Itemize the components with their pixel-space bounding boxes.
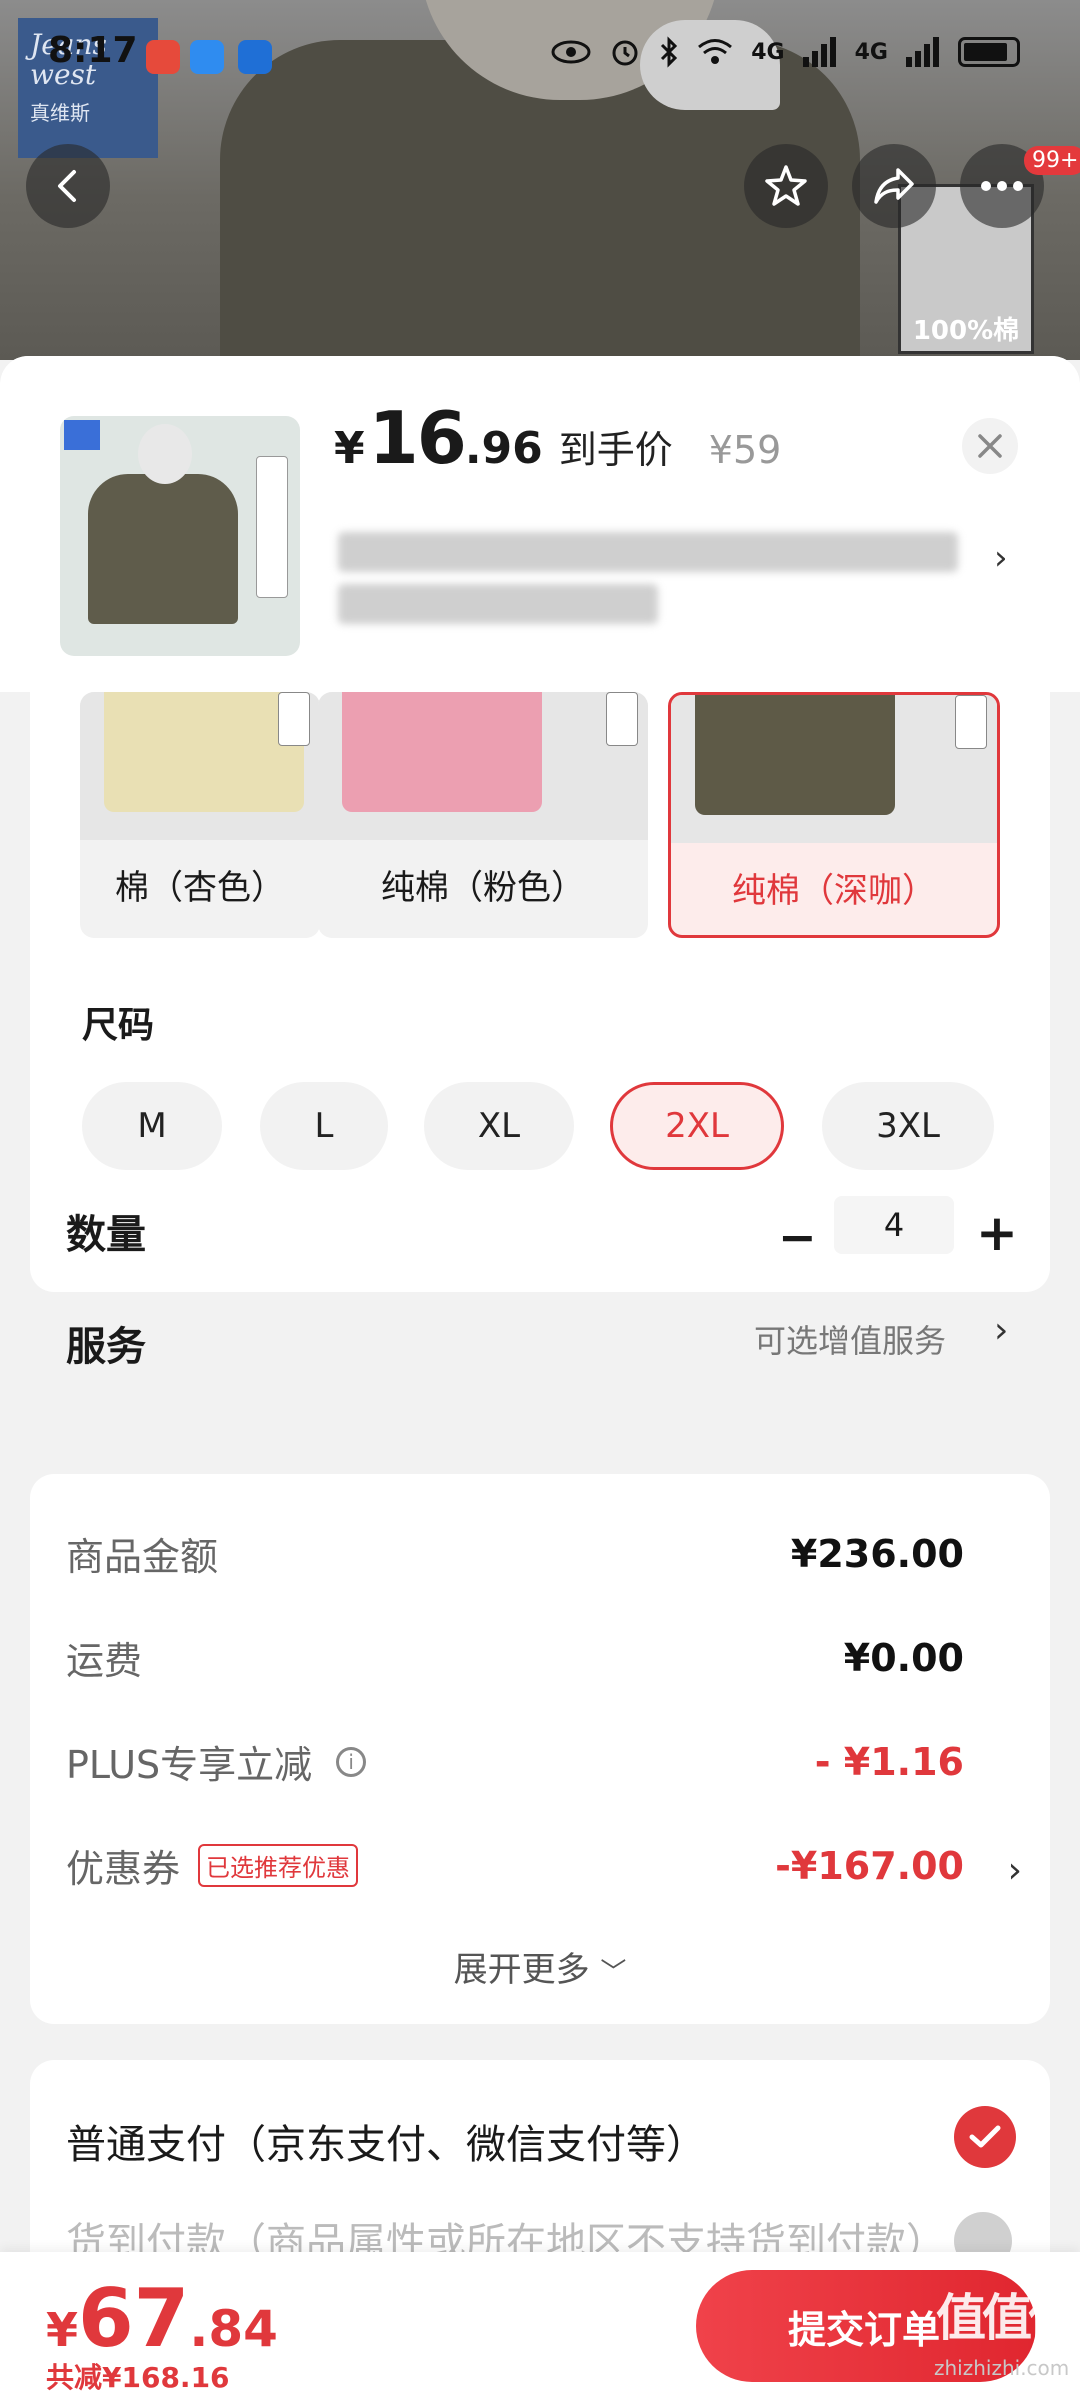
close-button[interactable] <box>962 418 1018 474</box>
color-option-dark-brown[interactable]: 纯棉（深咖） <box>668 692 1000 938</box>
signal-bars-icon <box>802 37 836 67</box>
price-detail-card: 商品金额 ¥236.00 运费 ¥0.00 PLUS专享立减 i - ¥1.16… <box>30 1474 1050 2024</box>
status-bar: 8:17 4G 4G <box>0 0 1080 112</box>
status-time: 8:17 <box>48 30 138 71</box>
quantity-label: 数量 <box>66 1212 146 1258</box>
coupon-value: -¥167.00 <box>775 1843 964 1888</box>
service-label: 服务 <box>66 1324 146 1370</box>
thumb-model <box>138 424 192 484</box>
product-title-blurred-2 <box>338 584 658 624</box>
total-price: ¥ 67 .84 <box>46 2272 278 2365</box>
search-app-notification-icon <box>190 40 224 74</box>
share-icon <box>874 168 914 204</box>
thumb-tag <box>256 456 288 598</box>
signal-bars-2-icon <box>906 37 939 67</box>
coupon-label-wrap: 优惠券 已选推荐优惠 <box>66 1838 359 1893</box>
status-icons: 4G 4G <box>551 36 1020 68</box>
final-price-label: 到手价 <box>558 428 673 472</box>
spec-panel: 棉（杏色） 纯棉（粉色） 纯棉（深咖） 尺码 M L XL 2XL 3XL 数量… <box>30 692 1050 1370</box>
car-app-notification-icon <box>238 40 272 74</box>
plus-discount-label: PLUS专享立减 <box>66 1743 313 1787</box>
chevron-right-icon[interactable]: › <box>1008 1850 1022 1891</box>
goods-amount-value: ¥236.00 <box>790 1531 964 1576</box>
expand-more-label: 展开更多 <box>453 1950 590 1990</box>
signal-1-label: 4G <box>751 39 785 65</box>
plus-discount-value: - ¥1.16 <box>814 1739 964 1784</box>
close-icon <box>978 434 1002 458</box>
price-decimal: .96 <box>464 423 543 474</box>
color-option-label: 纯棉（深咖） <box>732 871 936 911</box>
checkmark-icon <box>969 2125 1001 2148</box>
quantity-decrease-button[interactable]: − <box>778 1210 817 1264</box>
shipping-value: ¥0.00 <box>843 1635 964 1680</box>
goods-amount-label: 商品金额 <box>66 1535 219 1579</box>
thumb-shirt <box>88 474 238 624</box>
color-swatch-apricot <box>104 692 304 812</box>
expand-more-button[interactable]: 展开更多 ﹀ <box>30 1942 1050 1991</box>
color-option-apricot[interactable]: 棉（杏色） <box>80 692 320 938</box>
coupon-label: 优惠券 <box>66 1847 181 1891</box>
eye-icon <box>551 40 591 64</box>
color-option-label: 纯棉（粉色） <box>381 868 585 908</box>
order-sheet: ¥ 16 .96 到手价 ¥59 › 棉（杏色） 纯棉（粉色） 纯棉（深咖） 尺… <box>0 356 1080 2400</box>
price-line: ¥ 16 .96 到手价 ¥59 <box>334 396 781 480</box>
plus-discount-row: PLUS专享立减 i - ¥1.16 <box>66 1734 964 1789</box>
color-option-pink[interactable]: 纯棉（粉色） <box>318 692 648 938</box>
chevron-right-icon[interactable]: › <box>994 538 1008 578</box>
back-arrow-icon <box>58 170 76 202</box>
plus-discount-label-wrap: PLUS专享立减 i <box>66 1734 367 1789</box>
color-option-label: 棉（杏色） <box>115 868 285 908</box>
service-selector[interactable]: 可选增值服务 <box>754 1316 946 1362</box>
coupon-row[interactable]: 优惠券 已选推荐优惠 -¥167.00 <box>66 1838 964 1893</box>
battery-icon <box>958 37 1020 67</box>
product-thumbnail <box>60 416 300 656</box>
color-swatch-dark-brown <box>695 695 895 815</box>
checkout-bar: ¥ 67 .84 共减¥168.16 提交订单 <box>0 2252 1080 2400</box>
quantity-increase-button[interactable]: + <box>976 1204 1018 1262</box>
color-swatch-pink <box>342 692 542 812</box>
total-integer: 67 <box>78 2272 190 2365</box>
size-section-title: 尺码 <box>82 1005 155 1046</box>
chevron-down-icon: ﹀ <box>600 1958 627 1988</box>
original-price: ¥59 <box>708 428 782 472</box>
shipping-row: 运费 ¥0.00 <box>66 1630 964 1685</box>
total-saved: 共减¥168.16 <box>46 2361 230 2394</box>
selected-check-icon[interactable] <box>954 2106 1016 2168</box>
coupon-recommended-badge: 已选推荐优惠 <box>198 1844 359 1887</box>
more-dots-icon <box>981 181 1023 191</box>
price-currency: ¥ <box>334 423 365 474</box>
submit-order-label: 提交订单 <box>788 2307 941 2352</box>
notification-badge: 99+ <box>1024 146 1080 175</box>
bluetooth-icon <box>661 36 678 68</box>
watermark-logo: 值值值 <box>936 2289 1078 2347</box>
total-decimal: .84 <box>189 2300 278 2358</box>
share-button[interactable] <box>852 144 936 228</box>
alarm-icon <box>612 40 638 66</box>
size-option-l[interactable]: L <box>260 1082 388 1170</box>
price-integer: 16 <box>368 396 467 480</box>
star-icon <box>765 165 807 206</box>
payment-normal-option[interactable]: 普通支付（京东支付、微信支付等） <box>66 2112 706 2170</box>
total-currency: ¥ <box>46 2303 79 2357</box>
info-icon[interactable]: i <box>336 1746 367 1777</box>
goods-amount-row: 商品金额 ¥236.00 <box>66 1526 964 1581</box>
chevron-right-icon[interactable]: › <box>994 1310 1008 1351</box>
size-option-2xl[interactable]: 2XL <box>610 1082 784 1170</box>
size-option-m[interactable]: M <box>82 1082 222 1170</box>
thumb-brand-logo <box>64 420 100 450</box>
size-option-xl[interactable]: XL <box>424 1082 574 1170</box>
shipping-label: 运费 <box>66 1639 143 1683</box>
signal-2-label: 4G <box>854 39 888 65</box>
quantity-input[interactable]: 4 <box>834 1196 954 1254</box>
app-notification-icon <box>146 40 180 74</box>
watermark-url: zhizhizhi.com <box>934 2356 1070 2380</box>
sheet-header: ¥ 16 .96 到手价 ¥59 › <box>0 356 1080 692</box>
back-button[interactable] <box>26 144 110 228</box>
size-option-3xl[interactable]: 3XL <box>822 1082 994 1170</box>
thumbnail-label: 100%棉 <box>912 316 1020 346</box>
favorite-button[interactable] <box>744 144 828 228</box>
wifi-icon <box>698 39 733 64</box>
product-title-blurred <box>338 532 958 572</box>
